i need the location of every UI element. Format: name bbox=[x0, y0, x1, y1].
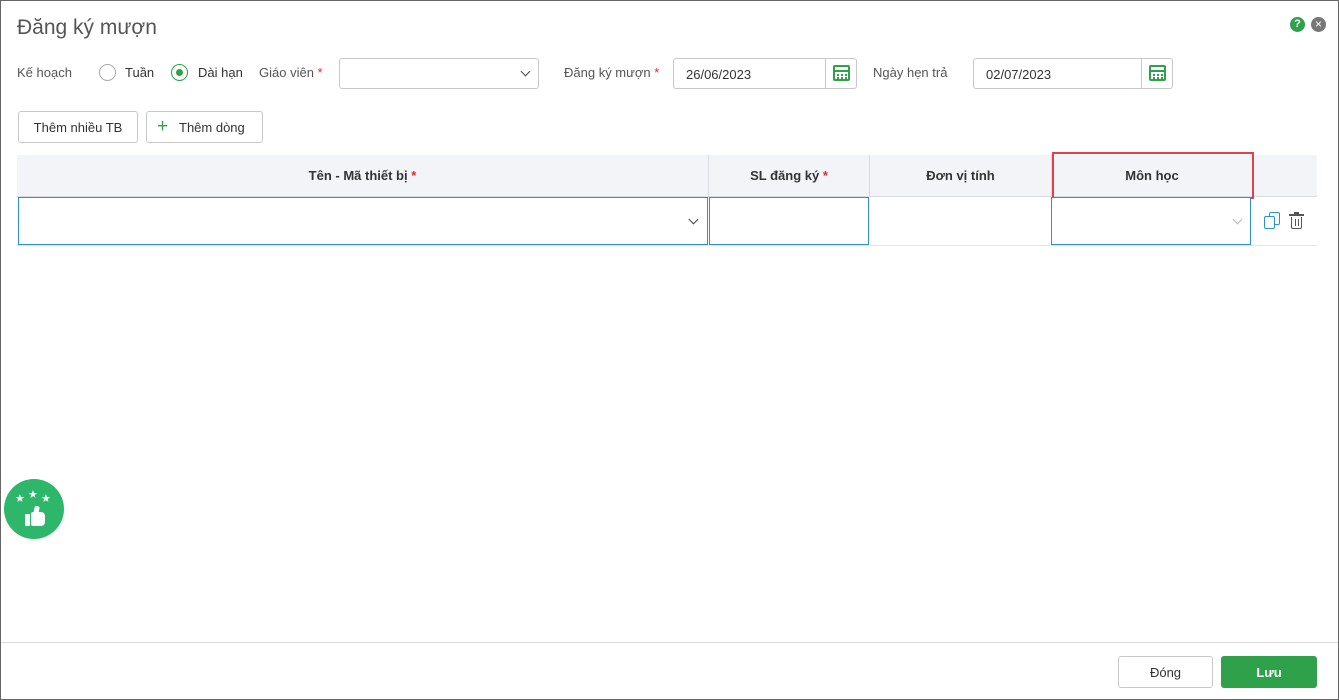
borrow-date-field[interactable]: 26/06/2023 bbox=[673, 58, 857, 89]
star-icon: ★ bbox=[15, 493, 25, 505]
radio-week[interactable] bbox=[99, 64, 116, 81]
add-many-devices-button[interactable]: Thêm nhiều TB bbox=[18, 111, 138, 143]
trash-icon[interactable] bbox=[1289, 212, 1304, 229]
required-mark: * bbox=[654, 65, 660, 80]
borrow-registration-dialog: Đăng ký mượn ? × Kế hoạch Tuần Dài hạn G… bbox=[0, 0, 1339, 700]
feedback-button[interactable]: ★ ★ ★ bbox=[4, 479, 64, 539]
calendar-icon bbox=[1149, 65, 1166, 81]
column-header-quantity[interactable]: SL đăng ký * bbox=[709, 155, 869, 196]
dialog-title: Đăng ký mượn bbox=[17, 16, 157, 39]
borrow-date-label: Đăng ký mượn * bbox=[564, 65, 659, 80]
column-header-unit-label: Đơn vị tính bbox=[926, 168, 995, 183]
column-header-unit[interactable]: Đơn vị tính bbox=[870, 155, 1051, 196]
device-select-cell[interactable] bbox=[18, 197, 708, 245]
add-row-label: Thêm dòng bbox=[179, 120, 245, 135]
column-header-device[interactable]: Tên - Mã thiết bị * bbox=[17, 155, 708, 196]
copy-icon[interactable] bbox=[1264, 212, 1281, 230]
column-header-device-label: Tên - Mã thiết bị bbox=[308, 168, 408, 183]
unit-cell bbox=[870, 197, 1050, 245]
row-divider bbox=[17, 245, 1317, 246]
teacher-label-text: Giáo viên bbox=[259, 65, 314, 80]
return-date-label: Ngày hẹn trả bbox=[873, 65, 948, 80]
subject-select-cell[interactable] bbox=[1051, 197, 1251, 245]
close-icon[interactable]: × bbox=[1311, 17, 1326, 32]
chevron-down-icon bbox=[520, 66, 531, 77]
close-button[interactable]: Đóng bbox=[1118, 656, 1213, 688]
return-date-field[interactable]: 02/07/2023 bbox=[973, 58, 1173, 89]
add-row-button[interactable]: + Thêm dòng bbox=[146, 111, 263, 143]
radio-long-term[interactable] bbox=[171, 64, 188, 81]
chevron-down-icon bbox=[688, 214, 699, 225]
quantity-input[interactable] bbox=[709, 197, 869, 245]
chevron-down-icon bbox=[1232, 214, 1243, 225]
calendar-icon bbox=[833, 65, 850, 81]
star-icon: ★ bbox=[41, 493, 51, 505]
required-mark: * bbox=[822, 168, 828, 183]
teacher-label: Giáo viên * bbox=[259, 65, 323, 80]
required-mark: * bbox=[317, 65, 323, 80]
plus-icon: + bbox=[157, 116, 169, 137]
return-date-value[interactable]: 02/07/2023 bbox=[986, 67, 1051, 82]
column-header-quantity-label: SL đăng ký bbox=[750, 168, 820, 183]
footer-divider bbox=[1, 642, 1338, 643]
thumbs-up-icon bbox=[25, 505, 47, 526]
borrow-date-picker-button[interactable] bbox=[825, 59, 856, 88]
borrow-date-label-text: Đăng ký mượn bbox=[564, 65, 651, 80]
plan-label: Kế hoạch bbox=[17, 65, 72, 80]
borrow-date-value[interactable]: 26/06/2023 bbox=[686, 67, 751, 82]
star-icon: ★ bbox=[28, 489, 38, 501]
required-mark: * bbox=[411, 168, 417, 183]
radio-week-label[interactable]: Tuần bbox=[125, 65, 154, 80]
return-date-picker-button[interactable] bbox=[1141, 59, 1172, 88]
radio-long-term-label[interactable]: Dài hạn bbox=[198, 65, 243, 80]
save-button[interactable]: Lưu bbox=[1221, 656, 1317, 688]
help-icon[interactable]: ? bbox=[1290, 17, 1305, 32]
subject-column-highlight bbox=[1052, 152, 1254, 199]
teacher-select[interactable] bbox=[339, 58, 539, 89]
